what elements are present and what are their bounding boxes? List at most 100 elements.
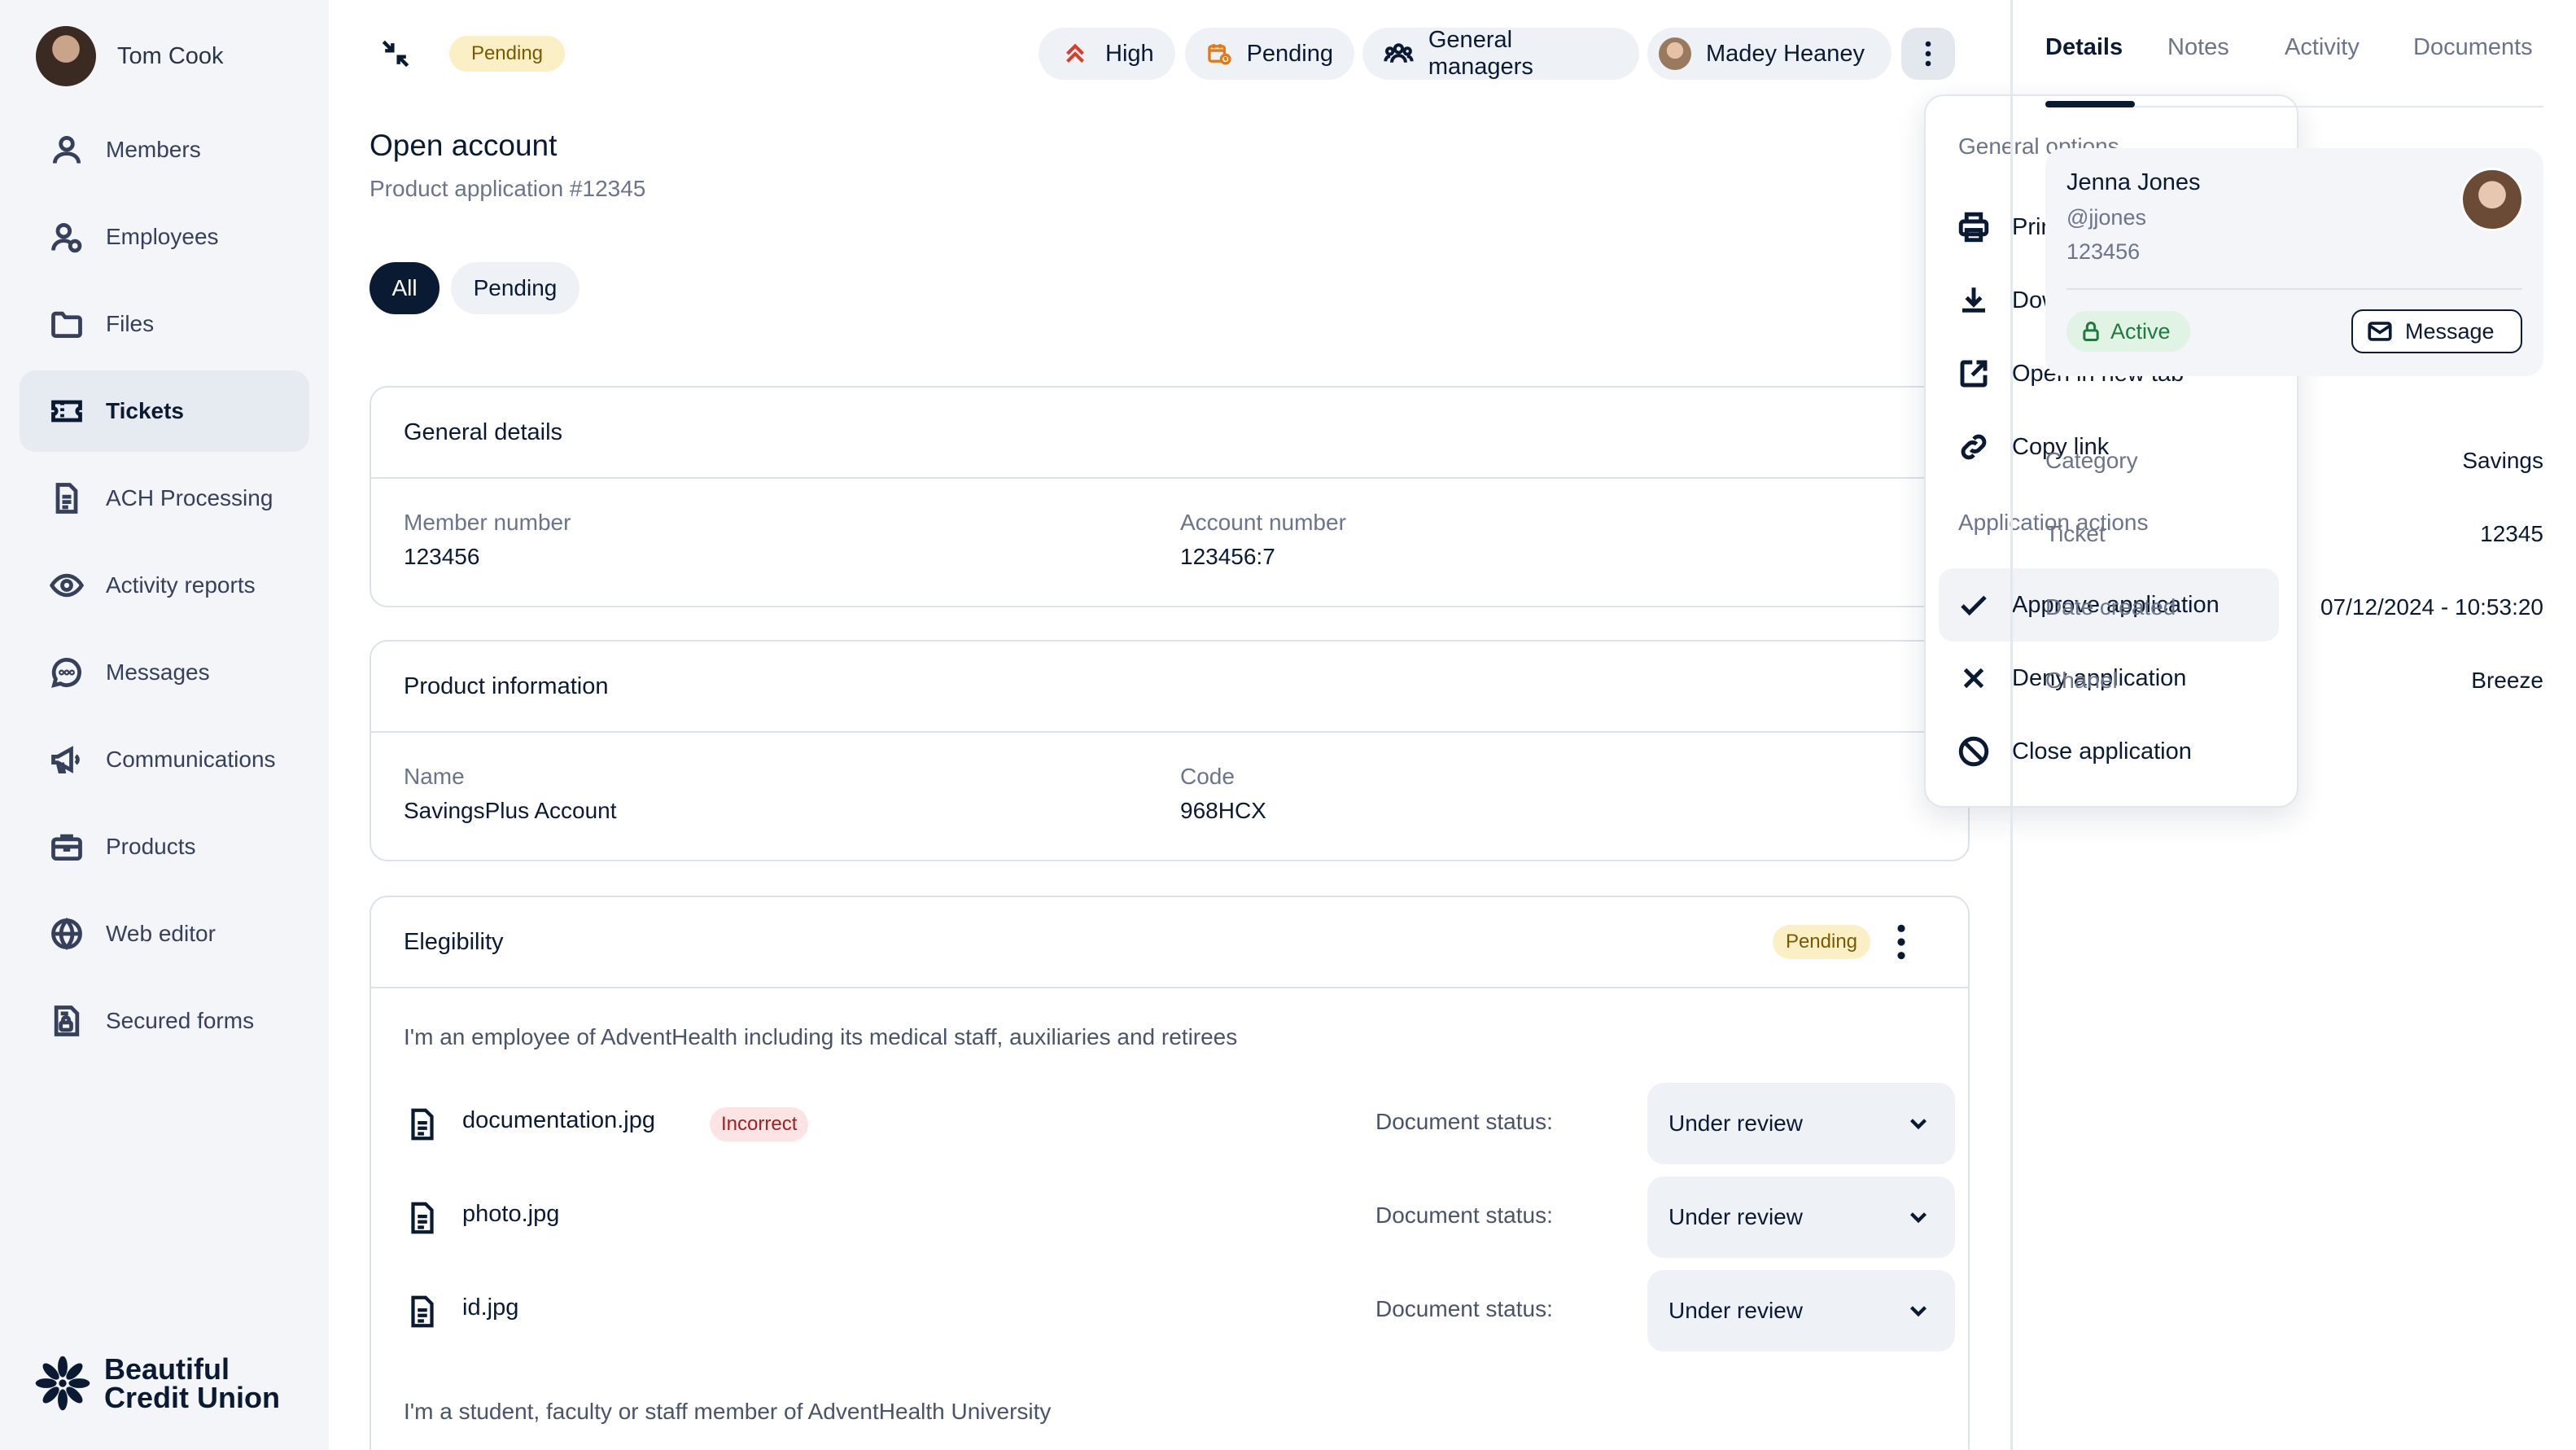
- detail-value: Savings: [2462, 448, 2543, 473]
- sidebar-item-secured-forms[interactable]: Secured forms: [20, 980, 309, 1062]
- sidebar-item-ach-processing[interactable]: ACH Processing: [20, 458, 309, 539]
- sidebar-item-label: Tickets: [106, 398, 184, 423]
- sidebar-item-label: Products: [106, 834, 196, 859]
- field-label: Name: [404, 764, 465, 789]
- status-chip[interactable]: Pending: [1185, 28, 1354, 80]
- ticket-icon: [51, 400, 82, 423]
- sidebar-item-label: Messages: [106, 659, 210, 685]
- sidebar-item-messages[interactable]: Messages: [20, 632, 309, 713]
- tab-documents[interactable]: Documents: [2413, 34, 2533, 61]
- document-status-select[interactable]: Under review: [1647, 1270, 1955, 1351]
- sidebar-item-files[interactable]: Files: [20, 283, 309, 365]
- lock-icon: [2083, 322, 2099, 342]
- main-content: Pending High Pending General managers Ma…: [329, 0, 2298, 1450]
- detail-row-category: Category Savings: [2045, 448, 2543, 480]
- more-options-button[interactable]: [1901, 28, 1955, 80]
- product-information-card: Product information Name SavingsPlus Acc…: [370, 640, 1970, 861]
- priority-high-icon: [1066, 43, 1084, 63]
- document-status-label: Document status:: [1375, 1296, 1553, 1321]
- contact-avatar: [2460, 168, 2524, 231]
- tab-notes[interactable]: Notes: [2167, 34, 2229, 61]
- priority-label: High: [1105, 40, 1154, 67]
- detail-row-date-created: Date created 07/12/2024 - 10:53:20: [2045, 594, 2543, 627]
- user-icon: [52, 135, 81, 164]
- assignee-chip[interactable]: Madey Heaney: [1647, 28, 1892, 80]
- active-status-badge: Active: [2066, 311, 2190, 352]
- link-icon: [1961, 434, 1987, 460]
- document-name[interactable]: photo.jpg: [462, 1201, 559, 1228]
- brand-logo: Beautiful Credit Union: [33, 1353, 280, 1413]
- filter-all[interactable]: All: [370, 262, 440, 314]
- contact-card: Jenna Jones @jjones 123456 Active Messag…: [2045, 148, 2543, 376]
- priority-chip[interactable]: High: [1039, 28, 1175, 80]
- document-status-select[interactable]: Under review: [1647, 1176, 1955, 1258]
- detail-value: 07/12/2024 - 10:53:20: [2320, 594, 2543, 620]
- tab-details[interactable]: Details: [2045, 34, 2123, 61]
- document-name[interactable]: id.jpg: [462, 1294, 518, 1321]
- user-profile[interactable]: Tom Cook: [36, 26, 224, 86]
- sidebar-item-employees[interactable]: Employees: [20, 196, 309, 278]
- page-title: Open account: [370, 129, 558, 162]
- group-icon: [1384, 43, 1414, 63]
- close-icon: [1963, 668, 1984, 689]
- contact-id: 123456: [2066, 239, 2141, 264]
- card-title: Product information: [371, 642, 1968, 733]
- general-details-card: General details Member number 123456 Acc…: [370, 386, 1970, 607]
- group-label: General managers: [1428, 27, 1533, 80]
- assignee-avatar: [1659, 37, 1691, 70]
- chat-icon: [51, 658, 81, 688]
- sidebar: Tom Cook Members Employees Files Tickets…: [0, 0, 329, 1450]
- divider: [2066, 288, 2522, 290]
- field-value: 968HCX: [1180, 798, 1266, 823]
- message-button[interactable]: Message: [2351, 309, 2522, 353]
- sidebar-item-products[interactable]: Products: [20, 806, 309, 887]
- chevron-down-icon: [1909, 1306, 1927, 1317]
- document-row: photo.jpg Document status: Under review: [404, 1176, 1955, 1258]
- sidebar-item-communications[interactable]: Communications: [20, 719, 309, 800]
- document-status-value: Under review: [1668, 1298, 1803, 1323]
- detail-value: 12345: [2480, 521, 2543, 546]
- sidebar-item-web-editor[interactable]: Web editor: [20, 893, 309, 975]
- folder-icon: [51, 311, 82, 339]
- group-chip[interactable]: General managers: [1362, 27, 1639, 80]
- eligibility-more-icon[interactable]: [1893, 922, 1909, 962]
- field-value: 123456: [404, 544, 480, 569]
- kebab-icon: [1925, 41, 1931, 67]
- external-link-icon: [1960, 360, 1988, 388]
- sidebar-item-tickets[interactable]: Tickets: [20, 370, 309, 452]
- user-avatar: [36, 26, 96, 86]
- sidebar-item-label: Communications: [106, 747, 276, 772]
- document-status-select[interactable]: Under review: [1647, 1083, 1955, 1164]
- field-value: 123456:7: [1180, 544, 1275, 569]
- detail-key: Date created: [2045, 594, 2176, 620]
- message-button-label: Message: [2405, 318, 2495, 344]
- eye-icon: [49, 573, 85, 598]
- sidebar-item-members[interactable]: Members: [20, 109, 309, 191]
- sidebar-item-label: ACH Processing: [106, 485, 273, 510]
- calendar-clock-icon: [1208, 44, 1231, 65]
- active-tab-indicator: [2045, 101, 2135, 107]
- incorrect-tag: Incorrect: [710, 1107, 809, 1141]
- document-icon: [55, 483, 78, 514]
- eligibility-statement: I'm an employee of AdventHealth includin…: [404, 1024, 1238, 1049]
- status-text: Active: [2110, 318, 2171, 344]
- sidebar-item-label: Members: [106, 137, 201, 162]
- card-title: Elegibility: [371, 897, 1968, 988]
- assignee-label: Madey Heaney: [1706, 40, 1865, 67]
- document-status-value: Under review: [1668, 1110, 1803, 1136]
- panel-tabs: Details Notes Activity Documents: [2045, 0, 2543, 107]
- ban-icon: [1958, 736, 1989, 767]
- filter-pending[interactable]: Pending: [451, 262, 579, 314]
- secured-form-icon: [54, 1005, 80, 1036]
- collapse-icon[interactable]: [378, 36, 413, 72]
- status-badge: Pending: [449, 36, 565, 72]
- sidebar-nav: Members Employees Files Tickets ACH Proc…: [20, 109, 309, 1067]
- account-number-field: Account number 123456:7: [1180, 510, 1346, 570]
- detail-key: Chanel: [2045, 668, 2118, 693]
- field-label: Account number: [1180, 510, 1346, 535]
- document-name[interactable]: documentation.jpg: [462, 1107, 655, 1134]
- sidebar-item-activity-reports[interactable]: Activity reports: [20, 545, 309, 626]
- eligibility-status-badge: Pending: [1773, 925, 1870, 959]
- tab-activity[interactable]: Activity: [2285, 34, 2360, 61]
- briefcase-icon: [51, 834, 82, 861]
